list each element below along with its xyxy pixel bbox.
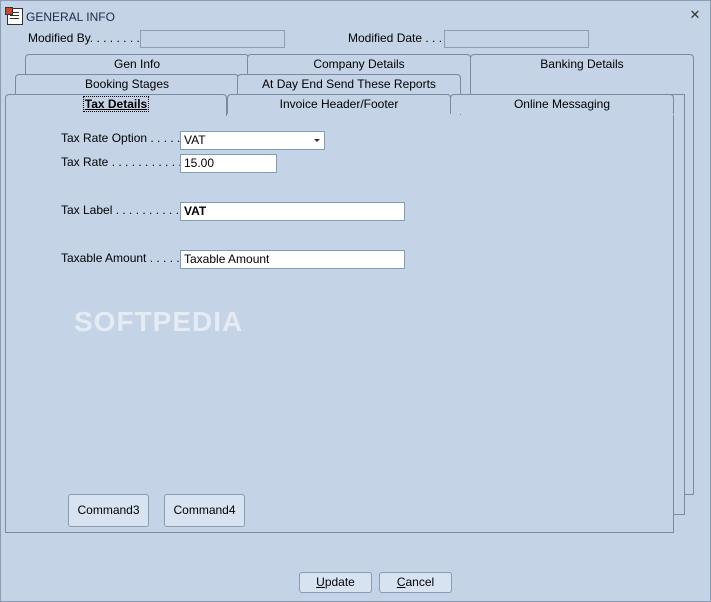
tax-rate-option-value: VAT: [184, 133, 206, 147]
tab-banking-details[interactable]: Banking Details: [470, 54, 694, 75]
tax-rate-label: Tax Rate . . . . . . . . . . . .: [61, 155, 189, 169]
chevron-down-icon[interactable]: [314, 139, 320, 142]
tab-company-details[interactable]: Company Details: [247, 54, 471, 74]
command4-button[interactable]: Command4: [164, 494, 245, 527]
modified-by-field: [140, 30, 285, 48]
tax-rate-input[interactable]: 15.00: [180, 154, 277, 173]
tax-rate-option-label: Tax Rate Option . . . . . . .: [61, 131, 194, 145]
close-icon[interactable]: ✕: [688, 8, 702, 22]
general-info-window: GENERAL INFO ✕ Modified By. . . . . . . …: [0, 0, 711, 602]
tab-online-messaging[interactable]: Online Messaging: [450, 94, 674, 114]
tax-label-label: Tax Label . . . . . . . . . . . .: [61, 203, 193, 217]
tax-details-panel: SOFTPEDIA: [5, 115, 674, 533]
title-bar: GENERAL INFO ✕: [1, 1, 710, 29]
window-title: GENERAL INFO: [26, 10, 115, 24]
watermark: SOFTPEDIA: [74, 306, 244, 337]
document-icon: [5, 7, 23, 25]
tab-invoice-header-footer[interactable]: Invoice Header/Footer: [227, 94, 451, 114]
tab-gen-info[interactable]: Gen Info: [25, 54, 249, 74]
taxable-amount-input[interactable]: Taxable Amount: [180, 250, 405, 269]
modified-date-field: [444, 30, 589, 48]
tax-label-input[interactable]: VAT: [180, 202, 405, 221]
tab-day-end-reports[interactable]: At Day End Send These Reports: [237, 74, 461, 94]
command3-button[interactable]: Command3: [68, 494, 149, 527]
taxable-amount-label: Taxable Amount . . . . . . .: [61, 251, 194, 265]
update-button[interactable]: Update: [299, 572, 372, 593]
tab-booking-stages[interactable]: Booking Stages: [15, 74, 239, 94]
tab-tax-details[interactable]: Tax Details: [5, 94, 227, 116]
tax-rate-option-select[interactable]: VAT: [180, 131, 325, 150]
modified-date-label: Modified Date . . . .: [348, 31, 449, 45]
modified-by-label: Modified By. . . . . . . . . .: [28, 31, 154, 45]
cancel-button[interactable]: Cancel: [379, 572, 452, 593]
